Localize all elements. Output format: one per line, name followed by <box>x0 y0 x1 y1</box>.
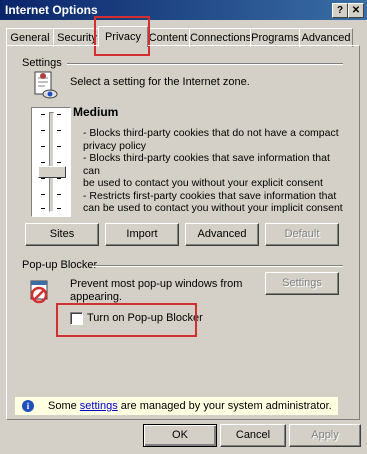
tab-privacy[interactable]: Privacy <box>98 26 148 47</box>
description-line: privacy policy <box>83 139 147 152</box>
slider-tick <box>41 146 45 147</box>
info-icon: i <box>22 400 34 412</box>
window-title: Internet Options <box>5 3 98 17</box>
info-text-prefix: Some <box>48 400 80 412</box>
privacy-document-icon <box>31 70 59 100</box>
import-button[interactable]: Import <box>105 223 179 246</box>
popup-settings-button[interactable]: Settings <box>265 272 339 295</box>
help-button[interactable]: ? <box>332 3 348 18</box>
slider-tick <box>41 208 45 209</box>
popup-separator <box>92 265 343 267</box>
slider-tick <box>57 130 61 131</box>
slider-tick <box>57 178 61 179</box>
popup-blocked-icon <box>28 279 52 305</box>
settings-group-label: Settings <box>22 57 62 69</box>
policy-info-bar: i Some settings are managed by your syst… <box>15 397 338 415</box>
slider-tick <box>57 194 61 195</box>
description-line: - Blocks third-party cookies that save i… <box>83 152 330 177</box>
slider-tick <box>41 178 45 179</box>
description-line: be used to contact you without your expl… <box>83 177 323 189</box>
popup-description-line2: appearing. <box>70 291 122 303</box>
slider-tick <box>41 114 45 115</box>
popup-blocker-group-label: Pop-up Blocker <box>22 259 98 271</box>
slider-tick <box>57 162 61 163</box>
slider-track <box>49 112 54 212</box>
settings-intro-text: Select a setting for the Internet zone. <box>70 76 250 88</box>
settings-separator <box>67 63 343 65</box>
privacy-level-slider[interactable] <box>31 107 71 217</box>
slider-tick <box>41 194 45 195</box>
slider-tick <box>41 130 45 131</box>
description-line: - Restricts first-party cookies that sav… <box>83 189 337 202</box>
privacy-level-title: Medium <box>73 105 119 119</box>
default-button[interactable]: Default <box>265 223 339 246</box>
description-line: can be used to contact you without your … <box>83 202 343 214</box>
info-message: Some settings are managed by your system… <box>48 400 332 412</box>
slider-thumb[interactable] <box>38 166 66 178</box>
ok-button[interactable]: OK <box>143 424 217 447</box>
info-text-suffix: are managed by your system administrator… <box>117 400 332 412</box>
slider-tick <box>41 162 45 163</box>
slider-tick <box>57 146 61 147</box>
settings-link[interactable]: settings <box>80 400 118 412</box>
sites-button[interactable]: Sites <box>25 223 99 246</box>
slider-tick <box>57 114 61 115</box>
advanced-button[interactable]: Advanced <box>185 223 259 246</box>
close-button[interactable]: ✕ <box>348 3 364 18</box>
title-bar[interactable]: Internet Options ? ✕ <box>0 0 367 20</box>
apply-button[interactable]: Apply <box>289 424 361 447</box>
slider-tick <box>57 208 61 209</box>
cancel-button[interactable]: Cancel <box>220 424 286 447</box>
popup-checkbox-highlight <box>56 303 197 337</box>
description-line: - Blocks third-party cookies that do not… <box>83 127 339 139</box>
privacy-level-description: - Blocks third-party cookies that do not… <box>83 127 348 215</box>
popup-description-line1: Prevent most pop-up windows from <box>70 278 243 290</box>
